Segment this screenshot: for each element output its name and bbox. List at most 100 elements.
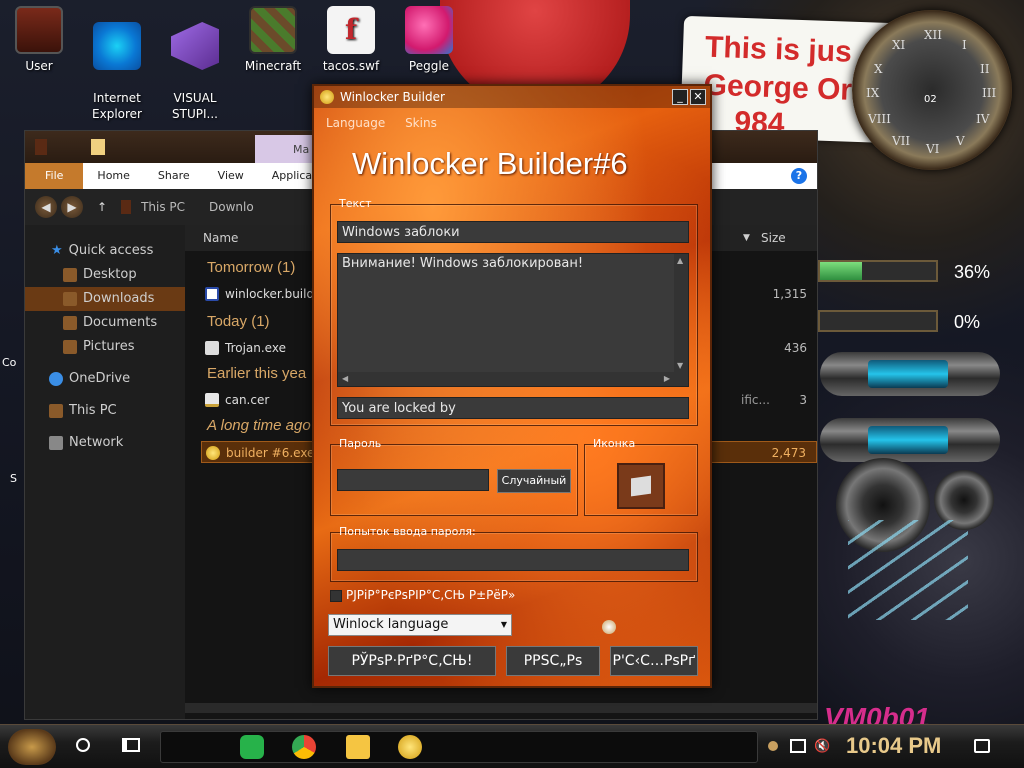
meter-bar-1: [818, 260, 938, 282]
vertical-scrollbar[interactable]: ▲ ▼: [674, 254, 688, 386]
scroll-right-icon[interactable]: ▶: [664, 374, 670, 383]
minimize-button[interactable]: _: [672, 89, 688, 105]
user-icon: [15, 6, 63, 54]
clock-numeral: VII: [892, 134, 911, 148]
clock-numeral: XI: [892, 38, 906, 52]
visual-studio-icon: [171, 22, 219, 70]
desktop-icon-peggle[interactable]: Peggle: [394, 0, 464, 74]
language-select[interactable]: Winlock language ▼: [328, 614, 512, 636]
sidebar-item-desktop[interactable]: Desktop: [25, 263, 185, 287]
explorer-app-icon: [35, 139, 47, 155]
winlocker-taskbar-icon[interactable]: [398, 735, 422, 759]
ribbon-tab-share[interactable]: Share: [144, 163, 204, 189]
option-checkbox[interactable]: [330, 590, 342, 602]
clock-numeral: VI: [926, 142, 940, 156]
info-button[interactable]: РРЅС„Рѕ: [506, 646, 600, 676]
sidebar-item-downloads[interactable]: Downloads: [25, 287, 185, 311]
folder-icon: [63, 316, 77, 330]
file-size: 436: [784, 341, 807, 355]
file-name: builder #6.exe: [226, 446, 315, 460]
winlocker-heading: Winlocker Builder#6: [352, 146, 628, 181]
group-header[interactable]: Earlier this yea: [207, 365, 306, 382]
menu-item-language[interactable]: Language: [326, 116, 385, 130]
close-button[interactable]: ✕: [690, 89, 706, 105]
horizontal-scrollbar[interactable]: [185, 703, 817, 713]
column-header-size[interactable]: Size: [761, 231, 786, 245]
location-icon: [121, 200, 132, 214]
forward-button[interactable]: ▶: [61, 196, 83, 218]
contextual-tab-tint: Ma: [255, 135, 315, 163]
file-name: winlocker.builde: [225, 287, 322, 301]
ribbon-tab-home[interactable]: Home: [83, 163, 143, 189]
clock-numeral: V: [956, 134, 965, 148]
file-explorer-icon[interactable]: [346, 735, 370, 759]
winlocker-titlebar[interactable]: Winlocker Builder _ ✕: [314, 86, 710, 108]
ribbon-tab-view[interactable]: View: [204, 163, 258, 189]
column-header-name[interactable]: Name: [203, 231, 238, 245]
icon-picker-button[interactable]: [617, 463, 665, 509]
window-title: Winlocker Builder: [340, 90, 445, 104]
scroll-up-icon[interactable]: ▲: [677, 256, 683, 265]
lock-title-field[interactable]: [337, 221, 689, 243]
horizontal-scrollbar[interactable]: ◀ ▶: [338, 372, 674, 386]
text-groupbox: Текст Внимание! Windows заблокирован! ▲ …: [330, 197, 698, 426]
file-name: can.cer: [225, 393, 270, 407]
sidebar-item-documents[interactable]: Documents: [25, 311, 185, 335]
sidebar-item-network[interactable]: Network: [25, 431, 185, 455]
sidebar-item-onedrive[interactable]: OneDrive: [25, 367, 185, 391]
sidebar-item-label: Quick access: [68, 243, 154, 258]
group-header[interactable]: Today (1): [207, 313, 270, 330]
clock-numeral: VIII: [868, 112, 891, 126]
clock-numeral: I: [962, 38, 967, 52]
scroll-down-icon[interactable]: ▼: [677, 361, 683, 370]
icon-groupbox: Иконка: [584, 437, 698, 516]
peggle-icon: [405, 6, 453, 54]
winlocker-menubar: Language Skins: [326, 116, 453, 130]
exit-button[interactable]: Р'С‹С…РѕРґ: [610, 646, 698, 676]
pipe-gauge-2: [820, 418, 1000, 462]
winlocker-builder-window: Winlocker Builder _ ✕ Language Skins Win…: [312, 84, 712, 688]
folder-icon: [63, 268, 77, 282]
random-password-button[interactable]: Случайный: [497, 469, 571, 493]
spring-decoration: [848, 520, 968, 620]
winlocker-app-icon: [206, 446, 220, 460]
clock-numeral: XII: [924, 28, 943, 42]
sidebar-item-quick-access[interactable]: ★ Quick access: [25, 239, 185, 263]
desktop-icon-tacos-swf[interactable]: f tacos.swf: [316, 0, 386, 74]
sheets-app-icon[interactable]: [240, 735, 264, 759]
help-icon[interactable]: ?: [791, 168, 807, 184]
attempts-field[interactable]: [337, 549, 689, 571]
compass-decoration-icon: [598, 614, 620, 640]
file-icon: [205, 341, 219, 355]
group-header[interactable]: Tomorrow (1): [207, 259, 295, 276]
desktop-icon-user[interactable]: User: [4, 0, 74, 74]
up-arrow-icon[interactable]: ↑: [97, 200, 107, 214]
sidebar-item-label: Pictures: [83, 339, 135, 354]
lock-footer-field[interactable]: [337, 397, 689, 419]
notifications-icon[interactable]: [974, 739, 990, 753]
group-header[interactable]: A long time ago: [207, 417, 311, 434]
taskbar-clock[interactable]: 10:04 PM: [846, 733, 941, 759]
sidebar-item-this-pc[interactable]: This PC: [25, 399, 185, 423]
volume-muted-icon[interactable]: 🔇: [814, 739, 830, 754]
network-tray-icon[interactable]: [790, 739, 806, 753]
ribbon-tab-file[interactable]: File: [25, 163, 84, 189]
tray-gear-icon[interactable]: [768, 741, 778, 751]
password-field[interactable]: [337, 469, 489, 491]
back-button[interactable]: ◀: [35, 196, 57, 218]
create-button[interactable]: РЎРѕР·РґР°С‚СЊ!: [328, 646, 496, 676]
chrome-icon[interactable]: [292, 735, 316, 759]
scroll-left-icon[interactable]: ◀: [342, 374, 348, 383]
breadcrumb-this-pc[interactable]: This PC: [141, 200, 185, 214]
breadcrumb-downloads[interactable]: Downlo: [209, 200, 254, 214]
windows-logo-icon: [631, 475, 651, 497]
desktop-icon-minecraft[interactable]: Minecraft: [238, 0, 308, 74]
desktop-icon-visual-studio[interactable]: VISUAL STUPI...: [160, 0, 230, 138]
lock-message-textarea[interactable]: Внимание! Windows заблокирован! ▲ ▼ ◀ ▶: [337, 253, 689, 387]
search-circle-icon[interactable]: [76, 738, 90, 752]
task-view-icon[interactable]: [122, 738, 140, 752]
menu-item-skins[interactable]: Skins: [405, 116, 437, 130]
start-button[interactable]: [8, 729, 56, 765]
sidebar-item-pictures[interactable]: Pictures: [25, 335, 185, 359]
desktop-icon-internet-explorer[interactable]: Internet Explorer: [82, 0, 152, 138]
